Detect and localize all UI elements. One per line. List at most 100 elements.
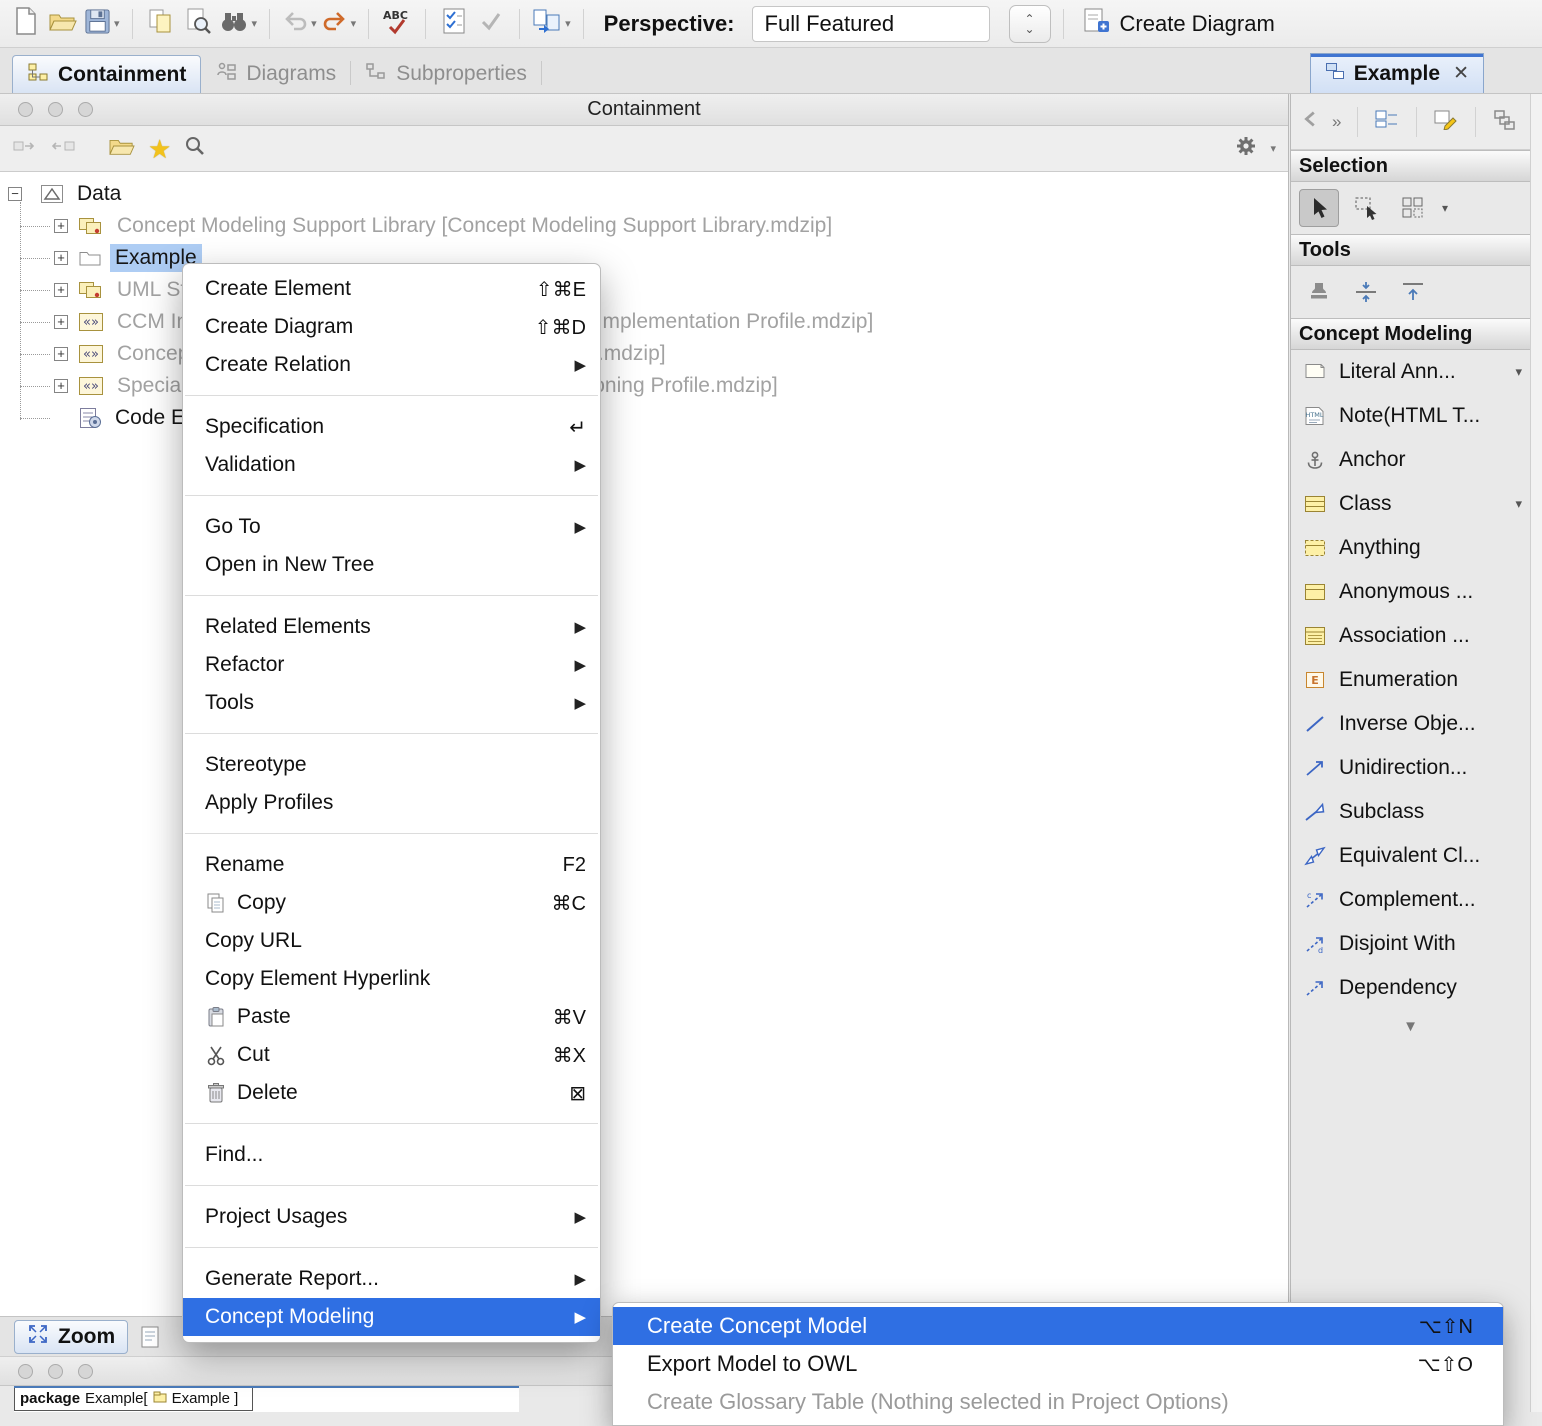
menu-item-tools[interactable]: Tools▶: [183, 684, 600, 722]
palette-item-subclass[interactable]: Subclass: [1291, 790, 1530, 834]
close-icon[interactable]: ✕: [1453, 62, 1469, 85]
expand-toggle[interactable]: +: [54, 219, 68, 233]
palette-item-enumeration[interactable]: EEnumeration: [1291, 658, 1530, 702]
zoom-preview[interactable]: package Example[ Example ]: [14, 1386, 519, 1412]
redo-button[interactable]: ▾: [322, 4, 357, 44]
scope-out-icon[interactable]: [50, 135, 76, 162]
palette-item-anonymous[interactable]: Anonymous ...: [1291, 570, 1530, 614]
submenu-item-create-glossary-table-nothing-selected-in-project-options[interactable]: Create Glossary Table (Nothing selected …: [613, 1383, 1503, 1421]
menu-item-refactor[interactable]: Refactor▶: [183, 646, 600, 684]
find-dropdown-arrow-icon[interactable]: ▾: [252, 17, 258, 30]
menu-item-copy-url[interactable]: Copy URL: [183, 922, 600, 960]
palette-item-anchor[interactable]: Anchor: [1291, 438, 1530, 482]
expand-toggle[interactable]: +: [54, 315, 68, 329]
menu-item-go-to[interactable]: Go To▶: [183, 508, 600, 546]
menu-item-paste[interactable]: Paste⌘V: [183, 998, 600, 1036]
palette-item-association[interactable]: Association ...: [1291, 614, 1530, 658]
tab-diagrams[interactable]: Diagrams: [201, 55, 350, 93]
perspective-stepper[interactable]: ⌃⌄: [1009, 5, 1051, 43]
palette-item-dependency[interactable]: Dependency: [1291, 966, 1530, 1010]
open-project-button[interactable]: [47, 4, 79, 44]
tab-zoom[interactable]: Zoom: [14, 1320, 128, 1354]
right-scroll-strip[interactable]: [1530, 94, 1542, 1412]
save-button[interactable]: ▾: [84, 4, 120, 44]
palette-item-class[interactable]: Class▾: [1291, 482, 1530, 526]
menu-item-create-element[interactable]: Create Element⇧⌘E: [183, 270, 600, 308]
menu-item-generate-report[interactable]: Generate Report...▶: [183, 1260, 600, 1298]
documentation-tab-icon[interactable]: [140, 1325, 160, 1349]
undo-button[interactable]: ▾: [282, 4, 317, 44]
settings-dropdown-arrow-icon[interactable]: ▾: [1270, 142, 1276, 155]
menu-item-copy[interactable]: Copy⌘C: [183, 884, 600, 922]
perspective-select[interactable]: Full Featured: [752, 6, 990, 42]
transfer-dropdown-arrow-icon[interactable]: ▾: [565, 17, 571, 30]
palette-item-equivalent-cl[interactable]: Equivalent Cl...: [1291, 834, 1530, 878]
submenu-item-export-model-to-owl[interactable]: Export Model to OWL⌥⇧O: [613, 1345, 1503, 1383]
window-button[interactable]: [48, 1364, 63, 1379]
palette-more-arrow-icon[interactable]: ▼: [1291, 1010, 1530, 1035]
tree-item-data[interactable]: −Data: [0, 178, 1288, 210]
menu-item-create-diagram[interactable]: Create Diagram⇧⌘D: [183, 308, 600, 346]
transfer-button[interactable]: ▾: [532, 4, 571, 44]
menu-item-cut[interactable]: Cut⌘X: [183, 1036, 600, 1074]
palette-item-inverse-obje[interactable]: Inverse Obje...: [1291, 702, 1530, 746]
create-diagram-button[interactable]: Create Diagram: [1082, 7, 1275, 41]
tab-example[interactable]: Example ✕: [1310, 53, 1484, 93]
window-button[interactable]: [18, 1364, 33, 1379]
selection-dropdown-arrow-icon[interactable]: ▾: [1442, 201, 1448, 215]
menu-item-concept-modeling[interactable]: Concept Modeling▶: [183, 1298, 600, 1336]
tab-subproperties[interactable]: Subproperties: [351, 55, 541, 93]
dropdown-arrow-icon[interactable]: ▾: [1515, 496, 1522, 512]
scope-in-icon[interactable]: [12, 135, 38, 162]
menu-item-specification[interactable]: Specification↵: [183, 408, 600, 446]
menu-item-apply-profiles[interactable]: Apply Profiles: [183, 784, 600, 822]
chevrons-icon[interactable]: »: [1332, 112, 1341, 132]
spell-check-button[interactable]: ABC: [381, 4, 413, 44]
find-button[interactable]: ▾: [219, 4, 258, 44]
palette-item-note-html-t[interactable]: HTMLNote(HTML T...: [1291, 394, 1530, 438]
tab-containment[interactable]: Containment: [12, 55, 201, 93]
settings-gear-icon[interactable]: [1235, 135, 1257, 162]
menu-item-stereotype[interactable]: Stereotype: [183, 746, 600, 784]
check-syntax-button[interactable]: [475, 4, 507, 44]
expand-toggle[interactable]: +: [54, 379, 68, 393]
align-top-button[interactable]: [1393, 273, 1433, 311]
expand-toggle[interactable]: +: [54, 251, 68, 265]
menu-item-rename[interactable]: RenameF2: [183, 846, 600, 884]
stamp-tool-button[interactable]: [1299, 273, 1339, 311]
palette-section-concept-modeling[interactable]: Concept Modeling: [1291, 318, 1530, 350]
palette-section-tools[interactable]: Tools: [1291, 234, 1530, 266]
tree-item-concept[interactable]: +Concept Modeling Support Library [Conce…: [0, 210, 1288, 242]
save-dropdown-arrow-icon[interactable]: ▾: [114, 17, 120, 30]
palette-item-complement[interactable]: cComplement...: [1291, 878, 1530, 922]
palette-section-selection[interactable]: Selection: [1291, 150, 1530, 182]
align-middle-button[interactable]: [1346, 273, 1386, 311]
expand-toggle[interactable]: +: [54, 283, 68, 297]
redo-dropdown-arrow-icon[interactable]: ▾: [351, 17, 357, 30]
print-preview-button[interactable]: [182, 4, 214, 44]
new-project-button[interactable]: [10, 4, 42, 44]
undo-dropdown-arrow-icon[interactable]: ▾: [311, 17, 317, 30]
layers-icon[interactable]: [1492, 108, 1518, 135]
search-icon[interactable]: [183, 134, 207, 163]
expand-toggle[interactable]: +: [54, 347, 68, 361]
menu-item-delete[interactable]: Delete⊠: [183, 1074, 600, 1112]
window-button[interactable]: [78, 102, 93, 117]
multi-select-button[interactable]: [1393, 189, 1433, 227]
submenu-item-create-concept-model[interactable]: Create Concept Model⌥⇧N: [613, 1307, 1503, 1345]
menu-item-create-relation[interactable]: Create Relation▶: [183, 346, 600, 384]
menu-item-copy-element-hyperlink[interactable]: Copy Element Hyperlink: [183, 960, 600, 998]
palette-item-anything[interactable]: Anything: [1291, 526, 1530, 570]
menu-item-open-in-new-tree[interactable]: Open in New Tree: [183, 546, 600, 584]
menu-item-project-usages[interactable]: Project Usages▶: [183, 1198, 600, 1236]
diagram-windows-icon[interactable]: [1374, 108, 1400, 135]
edit-diagram-icon[interactable]: [1433, 108, 1459, 135]
validation-button[interactable]: [438, 4, 470, 44]
window-button[interactable]: [48, 102, 63, 117]
menu-item-validation[interactable]: Validation▶: [183, 446, 600, 484]
window-button[interactable]: [78, 1364, 93, 1379]
menu-item-related-elements[interactable]: Related Elements▶: [183, 608, 600, 646]
menu-item-find[interactable]: Find...: [183, 1136, 600, 1174]
palette-item-unidirection[interactable]: Unidirection...: [1291, 746, 1530, 790]
select-cursor-button[interactable]: [1299, 189, 1339, 227]
